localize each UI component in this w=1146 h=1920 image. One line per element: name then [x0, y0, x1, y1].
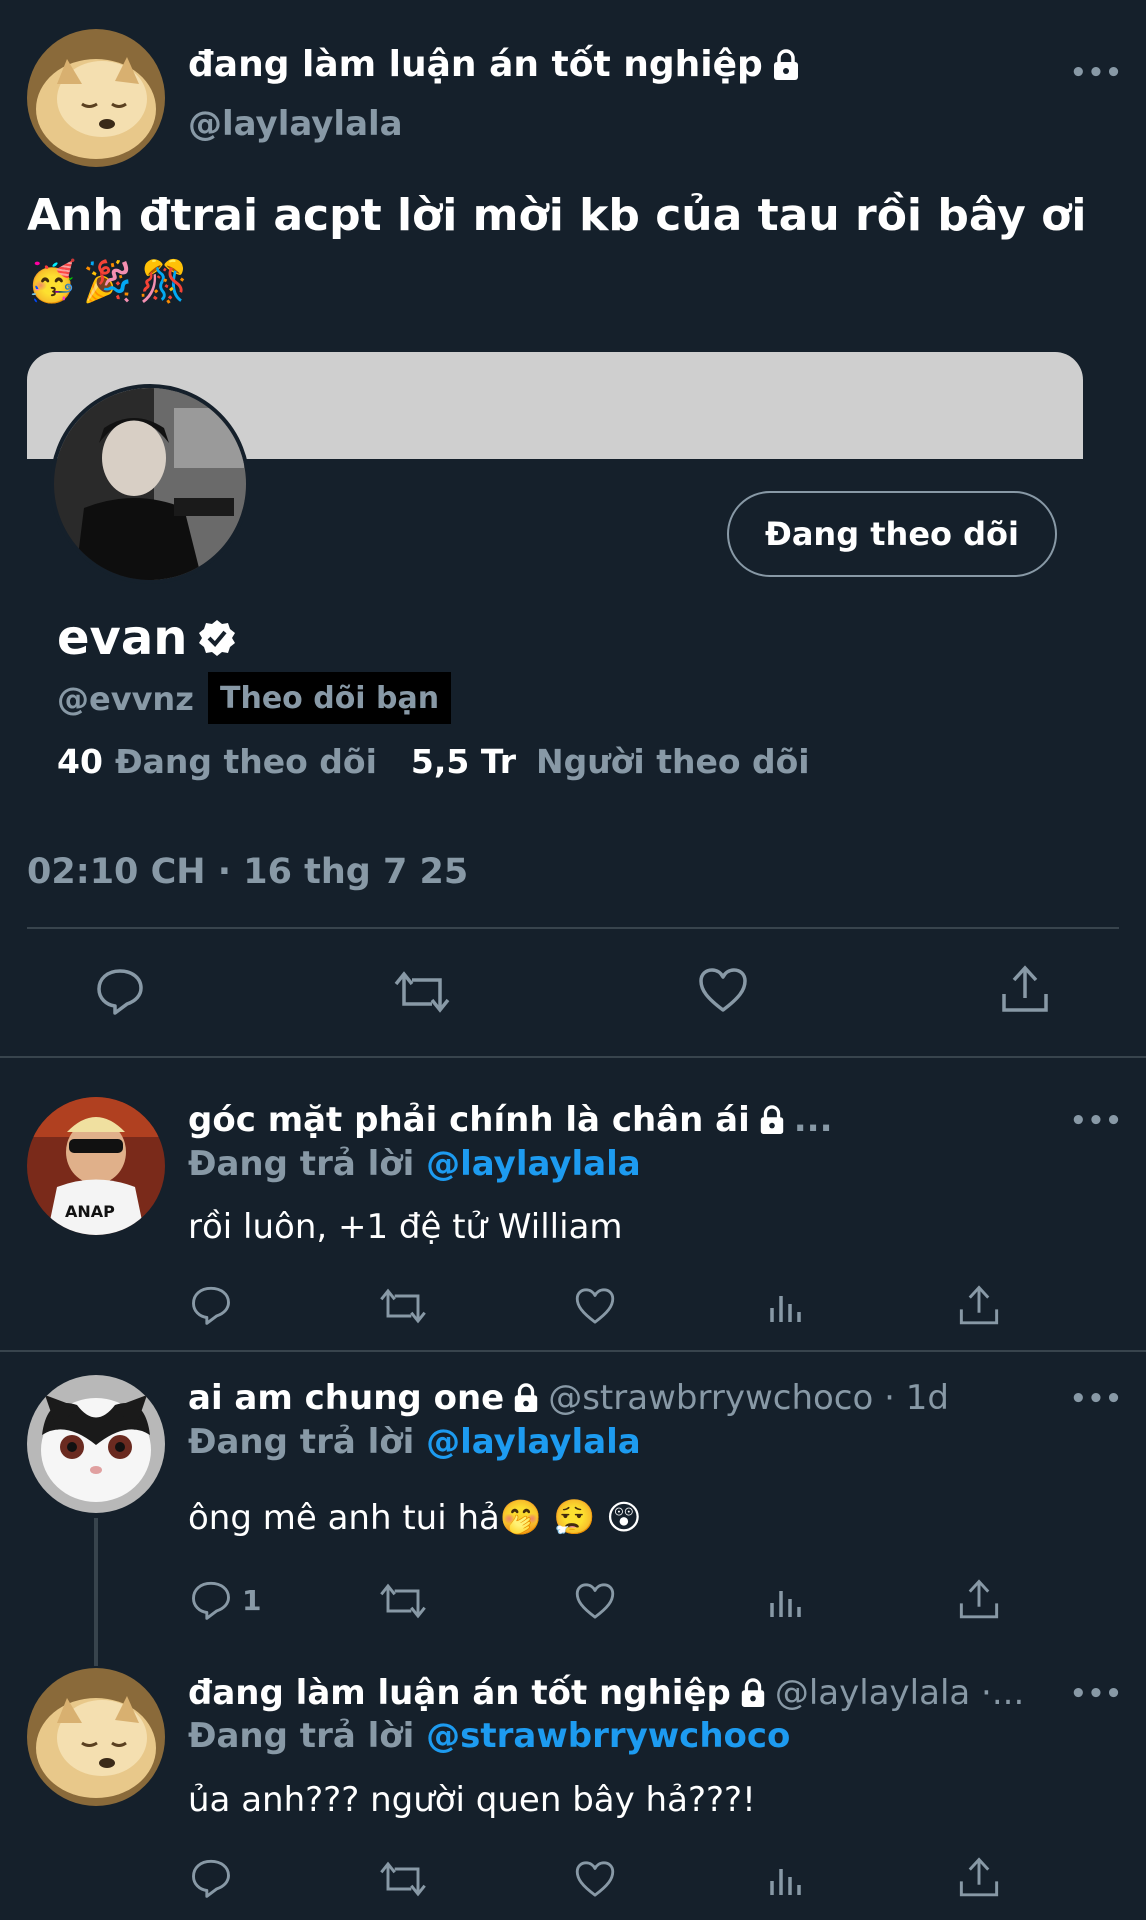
author-name-row[interactable]: đang làm luận án tốt nghiệp [188, 44, 801, 85]
following-label[interactable]: Đang theo dõi [115, 742, 377, 781]
profile-name: evan [57, 610, 188, 666]
followers-label[interactable]: Người theo dõi [536, 742, 810, 781]
replying-to-line: Đang trả lời @strawbrrywchoco [188, 1716, 790, 1756]
retweet-icon[interactable] [378, 1581, 428, 1621]
replying-prefix: Đang trả lời [188, 1422, 415, 1462]
lock-icon [512, 1383, 540, 1413]
reply-avatar[interactable]: ANAP [27, 1097, 165, 1235]
reply-author-name: ai am chung one [188, 1378, 505, 1418]
reply-author-row[interactable]: ai am chung one @strawbrrywchoco · 1d [188, 1378, 949, 1418]
replying-to-link[interactable]: @strawbrrywchoco [426, 1716, 790, 1756]
more-icon[interactable]: ••• [1070, 1384, 1123, 1414]
reply-author-trail: ... [793, 1100, 833, 1140]
follow-button[interactable]: Đang theo dõi [727, 491, 1057, 577]
more-icon[interactable]: ••• [1070, 1679, 1123, 1709]
share-icon[interactable] [958, 1284, 1000, 1328]
reply-text: ủa anh??? người quen bây hả???! [188, 1780, 756, 1820]
reply-author-row[interactable]: góc mặt phải chính là chân ái ... [188, 1100, 833, 1140]
tweet-emojis: 🥳🎉🎊 [27, 259, 195, 305]
share-icon[interactable] [958, 1856, 1000, 1900]
more-icon[interactable]: ••• [1070, 58, 1123, 88]
reply-avatar[interactable] [27, 1375, 165, 1513]
views-icon[interactable] [768, 1583, 806, 1621]
replying-prefix: Đang trả lời [188, 1144, 415, 1184]
reply-text: ông mê anh tui hả🤭 😮‍💨 😲 [188, 1498, 642, 1538]
like-icon[interactable] [574, 1286, 616, 1326]
thread-line [94, 1518, 98, 1666]
reply-author-name: góc mặt phải chính là chân ái [188, 1100, 750, 1140]
reply-icon[interactable] [190, 1858, 232, 1898]
profile-handle: @evvnz [57, 680, 194, 718]
replying-to-line: Đang trả lời @laylaylala [188, 1144, 641, 1184]
reply-icon[interactable] [95, 967, 145, 1015]
reply-handle-time: @laylaylala ·... [774, 1673, 1025, 1713]
profile-name-row: evan [57, 610, 237, 666]
profile-avatar[interactable] [50, 384, 250, 584]
replying-to-link[interactable]: @laylaylala [426, 1144, 641, 1184]
reply-author-name: đang làm luận án tốt nghiệp [188, 1673, 731, 1713]
reply-icon[interactable]: 1 [190, 1580, 261, 1620]
retweet-icon[interactable] [392, 968, 452, 1016]
followers-count: 5,5 Tr [410, 742, 516, 781]
replying-to-line: Đang trả lời @laylaylala [188, 1422, 641, 1462]
reply-author-row[interactable]: đang làm luận án tốt nghiệp @laylaylala … [188, 1673, 1024, 1713]
follows-you-badge: Theo dõi bạn [208, 672, 452, 724]
lock-icon [758, 1105, 786, 1135]
more-icon[interactable]: ••• [1070, 1106, 1123, 1136]
svg-text:ANAP: ANAP [65, 1202, 115, 1221]
author-avatar[interactable] [27, 29, 165, 167]
verified-badge-icon [197, 618, 237, 658]
like-icon[interactable] [574, 1581, 616, 1621]
section-divider [0, 1350, 1146, 1352]
views-icon[interactable] [768, 1861, 806, 1899]
author-handle[interactable]: @laylaylala [188, 104, 403, 144]
tweet-text: Anh đtrai acpt lời mời kb của tau rồi bâ… [27, 190, 1087, 241]
share-icon[interactable] [1000, 964, 1050, 1016]
replying-to-link[interactable]: @laylaylala [426, 1422, 641, 1462]
lock-icon [739, 1678, 767, 1708]
views-icon[interactable] [768, 1288, 806, 1326]
like-icon[interactable] [697, 966, 749, 1014]
timestamp-divider [27, 927, 1119, 929]
like-icon[interactable] [574, 1859, 616, 1899]
author-display-name: đang làm luận án tốt nghiệp [188, 44, 763, 85]
section-divider [0, 1056, 1146, 1058]
lock-icon [771, 48, 801, 81]
reply-count: 1 [242, 1583, 262, 1617]
reply-handle-time: @strawbrrywchoco · 1d [548, 1378, 949, 1418]
reply-avatar[interactable] [27, 1668, 165, 1806]
replying-prefix: Đang trả lời [188, 1716, 415, 1756]
reply-text: rồi luôn, +1 đệ tử William [188, 1207, 623, 1247]
following-count: 40 [57, 742, 103, 781]
reply-icon[interactable] [190, 1285, 232, 1325]
tweet-timestamp[interactable]: 02:10 CH · 16 thg 7 25 [27, 852, 468, 892]
profile-stats: 40 Đang theo dõi 5,5 Tr Người theo dõi [57, 742, 810, 781]
share-icon[interactable] [958, 1578, 1000, 1622]
retweet-icon[interactable] [378, 1859, 428, 1899]
retweet-icon[interactable] [378, 1286, 428, 1326]
